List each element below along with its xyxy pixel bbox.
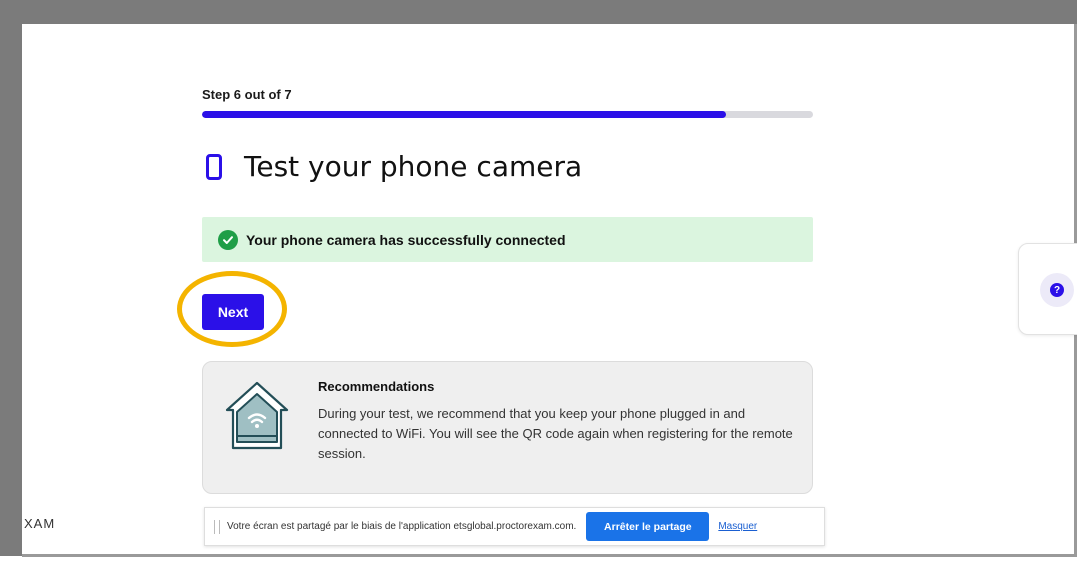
success-banner: Your phone camera has successfully conne…	[202, 217, 813, 262]
phone-icon	[206, 153, 222, 180]
recommendations-text: During your test, we recommend that you …	[318, 406, 793, 461]
page-header: Test your phone camera	[206, 150, 582, 183]
screen-share-bar: Votre écran est partagé par le biais de …	[204, 507, 825, 546]
page-title: Test your phone camera	[244, 150, 583, 183]
window-frame-bottom	[0, 556, 1077, 572]
next-button[interactable]: Next	[202, 294, 264, 330]
house-wifi-icon	[225, 381, 289, 450]
progress-bar-fill	[202, 111, 726, 118]
help-icon: ?	[1050, 283, 1064, 297]
brand-logo-text: XAM	[24, 516, 56, 531]
check-circle-icon	[218, 229, 238, 250]
drag-handle-icon[interactable]	[214, 519, 220, 534]
window-frame-top	[0, 0, 1077, 24]
progress-bar	[202, 111, 813, 118]
recommendations-title: Recommendations	[318, 379, 435, 394]
recommendations-card: Recommendations During your test, we rec…	[202, 361, 813, 494]
help-button[interactable]: ?	[1040, 273, 1074, 307]
window-frame-bottom-line	[22, 554, 1077, 557]
hide-link[interactable]: Masquer	[718, 521, 757, 532]
screen-share-message: Votre écran est partagé par le biais de …	[227, 521, 577, 532]
stop-sharing-button[interactable]: Arrêter le partage	[586, 512, 710, 541]
window-frame-left	[0, 0, 22, 572]
step-indicator: Step 6 out of 7	[202, 87, 292, 102]
success-message: Your phone camera has successfully conne…	[246, 231, 566, 248]
